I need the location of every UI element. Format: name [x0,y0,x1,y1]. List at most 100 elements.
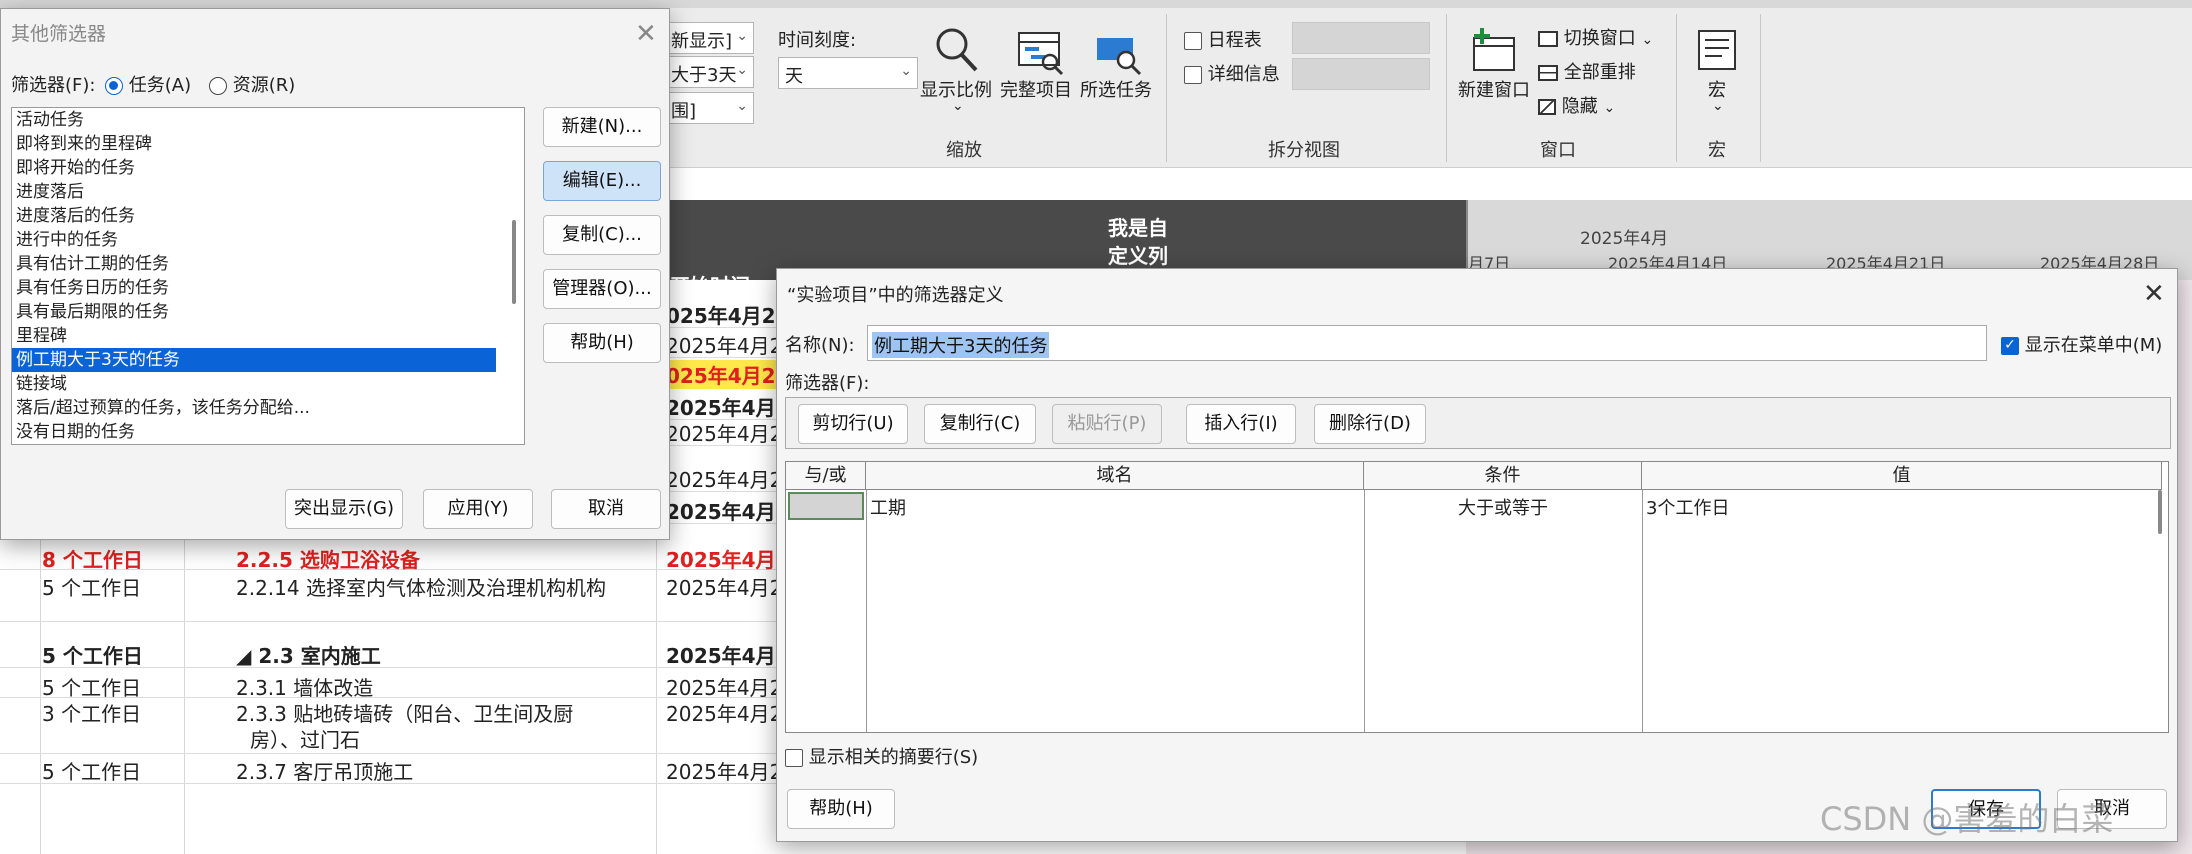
close-icon[interactable]: ✕ [635,21,657,47]
show-in-menu-label: 显示在菜单中(M) [2024,335,2163,356]
entire-project-icon [1018,32,1064,76]
hide-button[interactable]: 隐藏 ⌄ [1538,92,1615,118]
filter-list-item[interactable]: 进度落后的任务 [12,204,524,228]
task-row[interactable]: 5 个工作日 2.3.7 客厅吊顶施工 2025年4月2 [0,754,783,784]
copy-row-button[interactable]: 复制行(C) [924,404,1036,444]
custom-column-header-line2: 定义列 [1108,244,1168,268]
start-cell: 2025年4月2 [666,702,783,726]
insert-row-button[interactable]: 插入行(I) [1186,404,1296,444]
filter-list-item[interactable]: 具有估计工期的任务 [12,252,524,276]
checkbox-box [1184,32,1202,50]
zoom-group-label: 缩放 [946,140,982,161]
duration-cell: 3 个工作日 [42,702,142,726]
custom-column-header: 我是自 定义列 [1108,214,1168,270]
cut-row-button[interactable]: 剪切行(U) [798,404,908,444]
column-divider [1642,490,1643,732]
switch-window-button[interactable]: 切换窗口 ⌄ [1538,24,1653,50]
hide-icon [1538,99,1556,115]
filter-list[interactable]: 活动任务 即将到来的里程碑 即将开始的任务 进度落后 进度落后的任务 进行中的任务 具有估计… [11,107,525,445]
entire-project-button[interactable]: 完整项目 [1000,22,1084,122]
task-row[interactable]: 3 个工作日 2.3.3 贴地砖墙砖（阳台、卫生间及厨 房）、过门石 2025年4月2 [0,696,783,754]
criteria-table[interactable]: 与/或 域名 条件 值 工期 大于或等于 3个工作日 [785,461,2169,733]
filter-definition-dialog: “实验项目”中的筛选器定义 ✕ 名称(N): 例工期大于3天的任务 ✓ 显示在菜… [776,268,2178,842]
task-row[interactable]: 5 个工作日 2.3.1 墙体改造 2025年4月2 [0,670,782,700]
task-row[interactable]: 5 个工作日 ◢ 2.3 室内施工 2025年4月2 [0,638,790,668]
zoom-button[interactable]: 显示比例 ⌄ [920,22,992,122]
criteria-toolbar: 剪切行(U) 复制行(C) 粘贴行(P) 插入行(I) 删除行(D) [785,397,2171,449]
and-or-cell[interactable] [788,492,864,520]
column-divider [1364,490,1365,732]
details-checkbox[interactable]: 详细信息 [1184,60,1280,86]
timeline-checkbox[interactable]: 日程表 [1184,26,1262,52]
arrange-all-button[interactable]: 全部重排 [1538,58,1636,84]
filter-list-item[interactable]: 活动任务 [12,108,524,132]
filter-list-item[interactable]: 落后/超过预算的任务，该任务分配给... [12,396,524,420]
time-scale-combo[interactable]: 天 ⌄ [778,57,918,89]
radio-button [209,77,227,95]
task-row[interactable]: 5 个工作日 2.2.14 选择室内气体检测及治理机构机构 2025年4月2 [0,570,782,622]
selected-tasks-button[interactable]: 所选任务 [1080,22,1162,122]
paste-row-button[interactable]: 粘贴行(P) [1052,404,1162,444]
start-cell: 2025年4月2 [666,760,783,784]
task-name-cell-line2: 房）、过门石 [250,728,360,752]
chevron-down-icon: ⌄ [900,63,912,79]
help-button[interactable]: 帮助(H) [787,789,895,829]
new-filter-button[interactable]: 新建(N)... [543,107,661,147]
filter-list-item[interactable]: 例工期大于3天的任务 [12,348,496,372]
chevron-down-icon: ⌄ [736,28,748,44]
display-combo[interactable]: 新显示] ⌄ [664,22,754,54]
name-input-value: 例工期大于3天的任务 [872,332,1050,358]
start-cell: 2025年4月2 [666,422,783,446]
apply-button[interactable]: 应用(Y) [423,489,533,529]
group-combo[interactable]: 围] ⌄ [664,92,754,124]
group-combo-value: 围] [671,101,697,122]
check-icon: ✓ [2001,337,2019,355]
filter-list-item[interactable]: 没有日期的任务 [12,420,524,444]
filter-list-item[interactable]: 具有最后期限的任务 [12,300,524,324]
list-scrollbar[interactable] [512,220,516,304]
new-window-button[interactable]: 新建窗口 [1456,22,1536,122]
duration-cell: 5 个工作日 [42,576,142,600]
filter-list-item[interactable]: 进度落后 [12,180,524,204]
start-cell: 2025年4月2 [666,548,790,572]
show-in-menu-checkbox[interactable]: ✓ 显示在菜单中(M) [2001,331,2162,357]
highlight-button[interactable]: 突出显示(G) [285,489,403,529]
radio-resource[interactable]: 资源(R) [209,71,295,97]
time-scale-label: 时间刻度: [778,30,857,51]
filter-list-item[interactable]: 即将开始的任务 [12,156,524,180]
duration-cell: 8 个工作日 [42,548,143,572]
condition-cell[interactable]: 大于或等于 [1364,494,1642,520]
filter-list-item[interactable]: 链接域 [12,372,524,396]
start-column-header: 开始时间 [670,274,750,298]
task-row[interactable]: 8 个工作日 2.2.5 选购卫浴设备 2025年4月2 [0,542,790,572]
macro-icon [1698,30,1736,70]
filter-combo[interactable]: 大于3天 ⌄ [664,56,754,88]
delete-row-button[interactable]: 删除行(D) [1314,404,1426,444]
macro-button[interactable]: 宏 ⌄ [1690,22,1746,122]
filter-list-item[interactable]: 即将到来的里程碑 [12,132,524,156]
filter-list-item[interactable]: 具有任务日历的任务 [12,276,524,300]
start-cell: 2025年4月2 [666,644,790,668]
value-cell[interactable]: 3个工作日 [1646,494,1729,520]
cancel-button[interactable]: 取消 [551,489,661,529]
start-cell: 2025年4月2 [666,468,783,492]
filter-list-item[interactable]: 里程碑 [12,324,524,348]
help-button[interactable]: 帮助(H) [543,323,661,363]
time-scale-value: 天 [785,66,803,87]
start-cell: 2025年4月2 [666,334,783,358]
edit-filter-button[interactable]: 编辑(E)... [543,161,661,201]
show-summary-checkbox[interactable]: 显示相关的摘要行(S) [785,743,978,769]
name-label: 名称(N): [785,335,855,356]
macro-group-label: 宏 [1708,140,1726,161]
start-cell: 025年4月2 [666,360,776,389]
name-input[interactable]: 例工期大于3天的任务 [867,325,1987,361]
split-view-group-label: 拆分视图 [1268,140,1340,161]
radio-task[interactable]: 任务(A) [105,71,191,97]
ribbon-separator [1446,14,1447,162]
copy-filter-button[interactable]: 复制(C)... [543,215,661,255]
table-scrollbar[interactable] [2158,490,2162,534]
field-cell[interactable]: 工期 [870,494,906,520]
close-icon[interactable]: ✕ [2143,281,2165,307]
organizer-button[interactable]: 管理器(O)... [543,269,661,309]
filter-list-item[interactable]: 进行中的任务 [12,228,524,252]
